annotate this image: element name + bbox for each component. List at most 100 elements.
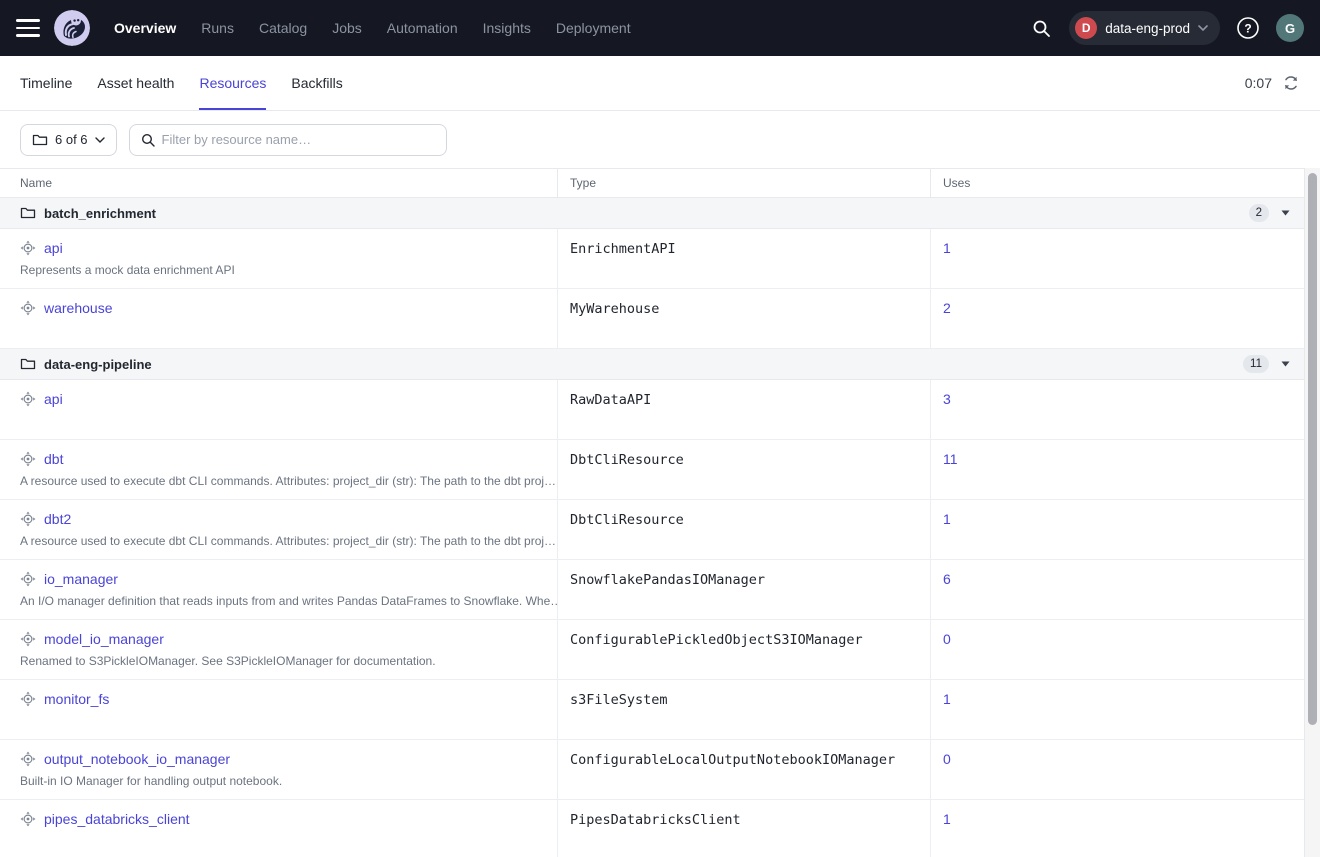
group-count-badge: 2 (1249, 204, 1269, 222)
nav-item-insights[interactable]: Insights (483, 20, 531, 36)
workspace-name: data-eng-prod (1105, 21, 1190, 36)
resource-type: RawDataAPI (557, 380, 930, 439)
resource-description: A resource used to execute dbt CLI comma… (20, 534, 541, 548)
resource-icon (20, 691, 36, 707)
resource-icon (20, 571, 36, 587)
resource-icon (20, 811, 36, 827)
resource-icon (20, 631, 36, 647)
search-icon[interactable] (1027, 14, 1055, 42)
magnifier-glyph (1032, 19, 1051, 38)
resource-type: PipesDatabricksClient (557, 800, 930, 857)
nav-item-runs[interactable]: Runs (201, 20, 234, 36)
folder-icon (20, 356, 36, 372)
search-icon (141, 133, 155, 147)
resource-link[interactable]: dbt (44, 451, 63, 467)
tab-resources[interactable]: Resources (199, 56, 266, 110)
tab-timeline[interactable]: Timeline (20, 56, 72, 110)
resource-icon (20, 451, 36, 467)
tab-asset-health[interactable]: Asset health (97, 56, 174, 110)
question-mark-glyph: ? (1236, 16, 1260, 40)
nav-item-deployment[interactable]: Deployment (556, 20, 631, 36)
group-filter-label: 6 of 6 (55, 132, 88, 147)
resource-filter-input[interactable] (162, 132, 435, 147)
uses-link[interactable]: 1 (943, 691, 951, 707)
dagster-logo[interactable] (54, 10, 90, 46)
uses-link[interactable]: 0 (943, 631, 951, 647)
menu-icon[interactable] (16, 19, 40, 37)
uses-link[interactable]: 2 (943, 300, 951, 316)
resource-row: output_notebook_io_manager Built-in IO M… (0, 740, 1304, 800)
resource-type: s3FileSystem (557, 680, 930, 739)
column-header-uses: Uses (930, 169, 1304, 197)
filter-bar: 6 of 6 (0, 111, 1320, 168)
chevron-down-icon (95, 137, 105, 143)
resource-type: EnrichmentAPI (557, 229, 930, 288)
table-header: Name Type Uses (0, 168, 1304, 198)
resource-type: ConfigurableLocalOutputNotebookIOManager (557, 740, 930, 799)
vertical-scrollbar[interactable] (1305, 168, 1320, 857)
uses-link[interactable]: 1 (943, 511, 951, 527)
dagster-logo-icon (54, 10, 90, 46)
refresh-timer: 0:07 (1245, 75, 1272, 91)
resource-row: dbt A resource used to execute dbt CLI c… (0, 440, 1304, 500)
nav-item-overview[interactable]: Overview (114, 20, 176, 36)
folder-icon (20, 205, 36, 221)
uses-link[interactable]: 3 (943, 391, 951, 407)
resource-link[interactable]: monitor_fs (44, 691, 109, 707)
resource-link[interactable]: api (44, 240, 63, 256)
resource-icon (20, 751, 36, 767)
resource-row: io_manager An I/O manager definition tha… (0, 560, 1304, 620)
group-name: data-eng-pipeline (44, 357, 152, 372)
group-filter-button[interactable]: 6 of 6 (20, 124, 117, 156)
group-name: batch_enrichment (44, 206, 156, 221)
nav-item-jobs[interactable]: Jobs (332, 20, 362, 36)
resource-type: DbtCliResource (557, 440, 930, 499)
uses-link[interactable]: 1 (943, 811, 951, 827)
resource-link[interactable]: warehouse (44, 300, 113, 316)
help-icon[interactable]: ? (1234, 14, 1262, 42)
workspace-switcher[interactable]: D data-eng-prod (1069, 11, 1220, 45)
scrollbar-thumb[interactable] (1308, 173, 1317, 725)
resources-table: Name Type Uses batch_enrichment 2 (0, 168, 1305, 857)
user-avatar[interactable]: G (1276, 14, 1304, 42)
tabs: Timeline Asset health Resources Backfills (20, 56, 343, 110)
table-body: batch_enrichment 2 api Represents a m (0, 198, 1304, 857)
resource-description: Renamed to S3PickleIOManager. See S3Pick… (20, 654, 541, 668)
resource-icon (20, 391, 36, 407)
resource-row: dbt2 A resource used to execute dbt CLI … (0, 500, 1304, 560)
nav-item-automation[interactable]: Automation (387, 20, 458, 36)
resource-link[interactable]: pipes_databricks_client (44, 811, 190, 827)
resource-description: An I/O manager definition that reads inp… (20, 594, 541, 608)
chevron-down-icon (1198, 25, 1208, 31)
resource-row: api Represents a mock data enrichment AP… (0, 229, 1304, 289)
nav-item-catalog[interactable]: Catalog (259, 20, 307, 36)
caret-down-icon (1281, 210, 1290, 216)
uses-link[interactable]: 1 (943, 240, 951, 256)
tab-backfills[interactable]: Backfills (291, 56, 342, 110)
uses-link[interactable]: 0 (943, 751, 951, 767)
refresh-glyph (1283, 75, 1299, 91)
resource-row: api RawDataAPI 3 (0, 380, 1304, 440)
group-count-badge: 11 (1243, 355, 1269, 373)
resource-row: pipes_databricks_client PipesDatabricksC… (0, 800, 1304, 857)
overview-tab-bar: Timeline Asset health Resources Backfills 0… (0, 56, 1320, 111)
resource-type: SnowflakePandasIOManager (557, 560, 930, 619)
resource-link[interactable]: io_manager (44, 571, 118, 587)
uses-link[interactable]: 6 (943, 571, 951, 587)
resource-link[interactable]: dbt2 (44, 511, 71, 527)
column-header-name: Name (0, 169, 557, 197)
resource-icon (20, 300, 36, 316)
group-row-data-eng-pipeline[interactable]: data-eng-pipeline 11 (0, 349, 1304, 380)
resource-description: Represents a mock data enrichment API (20, 263, 541, 277)
caret-down-icon (1281, 361, 1290, 367)
refresh-icon[interactable] (1282, 74, 1300, 92)
group-row-batch-enrichment[interactable]: batch_enrichment 2 (0, 198, 1304, 229)
resource-link[interactable]: output_notebook_io_manager (44, 751, 230, 767)
resource-link[interactable]: model_io_manager (44, 631, 164, 647)
uses-link[interactable]: 11 (943, 451, 958, 467)
resource-search-box (129, 124, 447, 156)
resource-link[interactable]: api (44, 391, 63, 407)
resource-type: MyWarehouse (557, 289, 930, 348)
column-header-type: Type (557, 169, 930, 197)
resource-row: monitor_fs s3FileSystem 1 (0, 680, 1304, 740)
